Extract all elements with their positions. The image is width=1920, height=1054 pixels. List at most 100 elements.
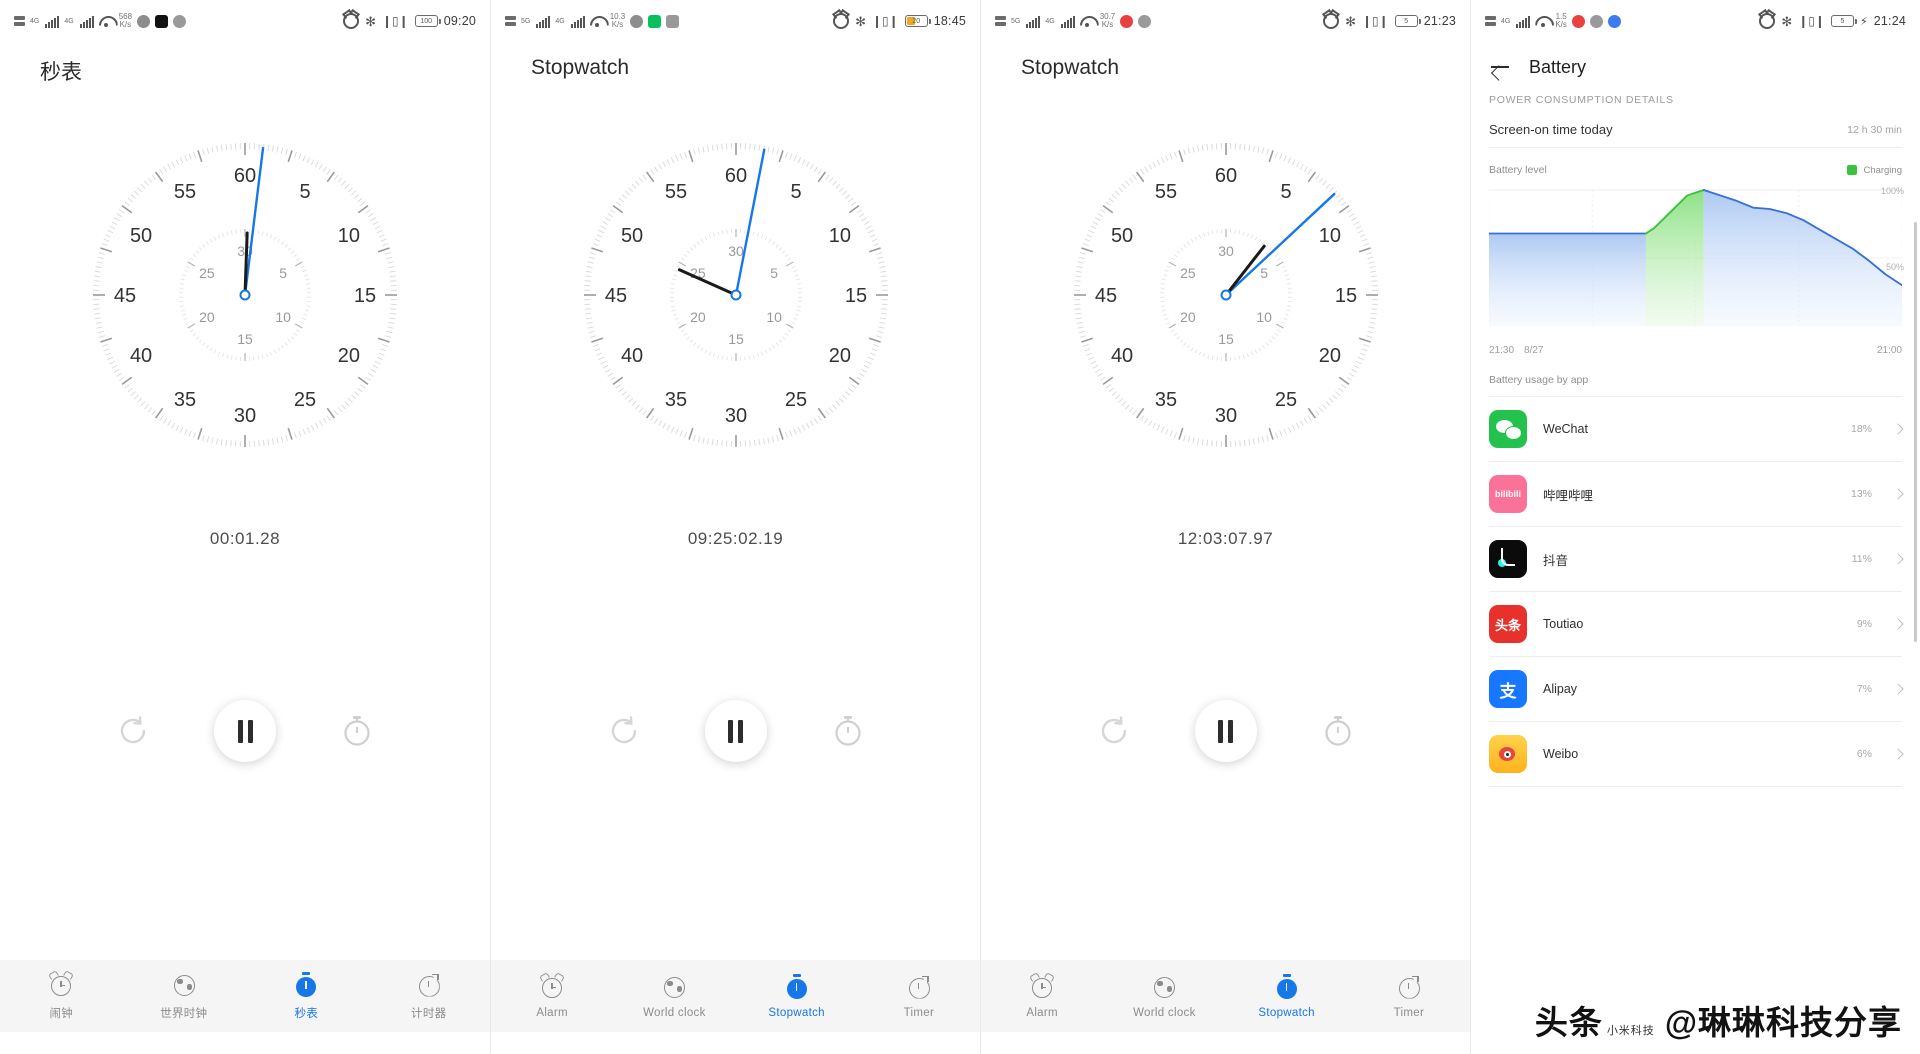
svg-text:15: 15	[237, 331, 253, 347]
svg-text:5: 5	[770, 265, 778, 281]
nav-item-alarm-2[interactable]: Alarm	[491, 971, 613, 1019]
wifi-icon	[590, 15, 605, 27]
chart-legend: Charging	[1847, 165, 1902, 176]
pause-button-1[interactable]	[214, 700, 276, 762]
signal-bars-icon-1	[1026, 15, 1041, 28]
nav-item-timer-3[interactable]: Timer	[1348, 974, 1470, 1019]
svg-text:50: 50	[130, 225, 152, 247]
reset-button-3[interactable]	[1097, 714, 1131, 748]
x-axis-labels: 21:30 8/27 21:00	[1489, 345, 1902, 356]
phone-panel-1: 4G 4G 568 K/s ✻ ❙▯❙ 100 09:20 秒表 60 5 10…	[0, 0, 490, 1054]
vibrate-icon: ❙▯❙	[1798, 14, 1825, 28]
wechat-icon	[1489, 410, 1527, 448]
signal-bars-icon-2	[1060, 15, 1075, 28]
watermark: 头条 小米科技 @琳琳科技分享	[1535, 996, 1902, 1044]
app-pct-douyin: 11%	[1851, 553, 1872, 565]
nav-item-alarm-1[interactable]: 闹钟	[0, 969, 123, 1021]
page-scrollbar[interactable]	[1914, 222, 1917, 642]
network-type-3b: 4G	[1045, 17, 1055, 25]
alarm-icon	[48, 969, 75, 998]
browser-app-icon	[630, 14, 644, 28]
page-title-1: 秒表	[40, 61, 82, 84]
app-row-toutiao[interactable]: 头条 Toutiao 9%	[1489, 592, 1904, 657]
alarm-icon	[539, 971, 566, 1000]
svg-text:45: 45	[114, 285, 136, 307]
network-speed-1: 568 K/s	[118, 12, 133, 29]
nav-item-timer-1[interactable]: 计时器	[368, 972, 491, 1021]
nav-item-alarm-3[interactable]: Alarm	[981, 971, 1103, 1019]
reset-button-2[interactable]	[607, 714, 641, 748]
nav-item-stopwatch-3[interactable]: Stopwatch	[1226, 973, 1348, 1019]
chart-areas	[1489, 190, 1902, 326]
stopwatch-time-3: 12:03:07.97	[1177, 529, 1274, 548]
lap-button-2[interactable]	[831, 714, 865, 748]
app-row-wechat[interactable]: WeChat 18%	[1489, 397, 1904, 462]
svg-text:60: 60	[234, 165, 256, 187]
network-type-3a: 5G	[1011, 17, 1021, 25]
network-type-4: 4G	[1501, 17, 1511, 25]
svg-text:15: 15	[844, 285, 866, 307]
bottom-nav-2: Alarm World clock Stopwatch Timer	[491, 960, 980, 1032]
nav-item-stopwatch-2[interactable]: Stopwatch	[736, 973, 858, 1019]
lap-button-3[interactable]	[1321, 714, 1355, 748]
toutiao-logo: 头条	[1535, 996, 1603, 1044]
svg-text:35: 35	[664, 389, 686, 411]
network-type-2a: 5G	[521, 17, 531, 25]
nav-label-timer-1: 计时器	[411, 1007, 447, 1020]
nav-item-timer-2[interactable]: Timer	[858, 974, 980, 1019]
signal-bars-icon-1	[536, 15, 551, 28]
battery-level-3: 5	[1404, 17, 1409, 25]
pause-button-2[interactable]	[704, 700, 767, 762]
svg-text:55: 55	[664, 181, 686, 203]
status-clock-1: 09:20	[443, 14, 476, 28]
alarm-icon	[1759, 13, 1776, 29]
screen-on-time-label: Screen-on time today	[1489, 122, 1613, 137]
svg-text:50: 50	[620, 225, 642, 247]
app-row-bilibili[interactable]: bilibili 哔哩哔哩 13%	[1489, 462, 1904, 527]
svg-text:10: 10	[1256, 309, 1272, 325]
sim-indicator-icon	[995, 16, 1006, 26]
section-label-power: POWER CONSUMPTION DETAILS	[1489, 94, 1674, 106]
alarm-icon	[343, 13, 360, 29]
dial-center-2	[730, 289, 741, 301]
pause-button-3[interactable]	[1194, 700, 1257, 762]
reset-button-1[interactable]	[116, 714, 150, 748]
dial-center-1	[239, 289, 251, 301]
app-name-alipay: Alipay	[1543, 682, 1578, 696]
svg-text:5: 5	[1260, 265, 1268, 281]
app-row-alipay[interactable]: 支 Alipay 7%	[1489, 657, 1904, 722]
legend-swatch-charging	[1847, 165, 1858, 175]
back-arrow-icon[interactable]	[1489, 56, 1511, 78]
svg-text:25: 25	[784, 389, 806, 411]
bottom-nav-3: Alarm World clock Stopwatch Timer	[981, 960, 1470, 1032]
svg-text:10: 10	[338, 225, 360, 247]
svg-text:25: 25	[199, 265, 215, 281]
dial-svg-1: 6051015202530354045505530510152025	[93, 143, 397, 447]
timer-icon	[1396, 974, 1422, 1000]
nav-item-worldclock-2[interactable]: World clock	[613, 974, 735, 1019]
screen-on-time-row[interactable]: Screen-on time today 12 h 30 min	[1489, 106, 1902, 148]
nav-item-worldclock-3[interactable]: World clock	[1103, 974, 1225, 1019]
stopwatch-icon	[293, 971, 319, 998]
timer-icon	[906, 974, 932, 1000]
svg-text:35: 35	[1154, 389, 1176, 411]
app-row-douyin[interactable]: 抖音 11%	[1489, 527, 1904, 592]
nav-item-stopwatch-1[interactable]: 秒表	[245, 971, 368, 1021]
svg-text:20: 20	[199, 309, 215, 325]
network-speed-4: 1.5 K/s	[1555, 12, 1567, 29]
app-row-weibo[interactable]: Weibo 6%	[1489, 722, 1904, 787]
alipay-icon: 支	[1489, 670, 1527, 708]
wifi-icon	[1535, 15, 1550, 27]
svg-text:5: 5	[790, 181, 801, 203]
sim-indicator-icon	[14, 16, 25, 26]
nav-item-worldclock-1[interactable]: 世界时钟	[123, 972, 246, 1021]
chart-label: Battery level	[1489, 164, 1547, 176]
lap-button-1[interactable]	[340, 714, 374, 748]
app-name-weibo: Weibo	[1543, 747, 1579, 761]
svg-text:55: 55	[1154, 181, 1176, 203]
sim-indicator-icon	[505, 16, 516, 26]
network-type-1a: 4G	[30, 17, 40, 25]
globe-icon	[1151, 974, 1177, 1000]
svg-text:20: 20	[1318, 345, 1340, 367]
chevron-right-icon	[1892, 683, 1904, 695]
